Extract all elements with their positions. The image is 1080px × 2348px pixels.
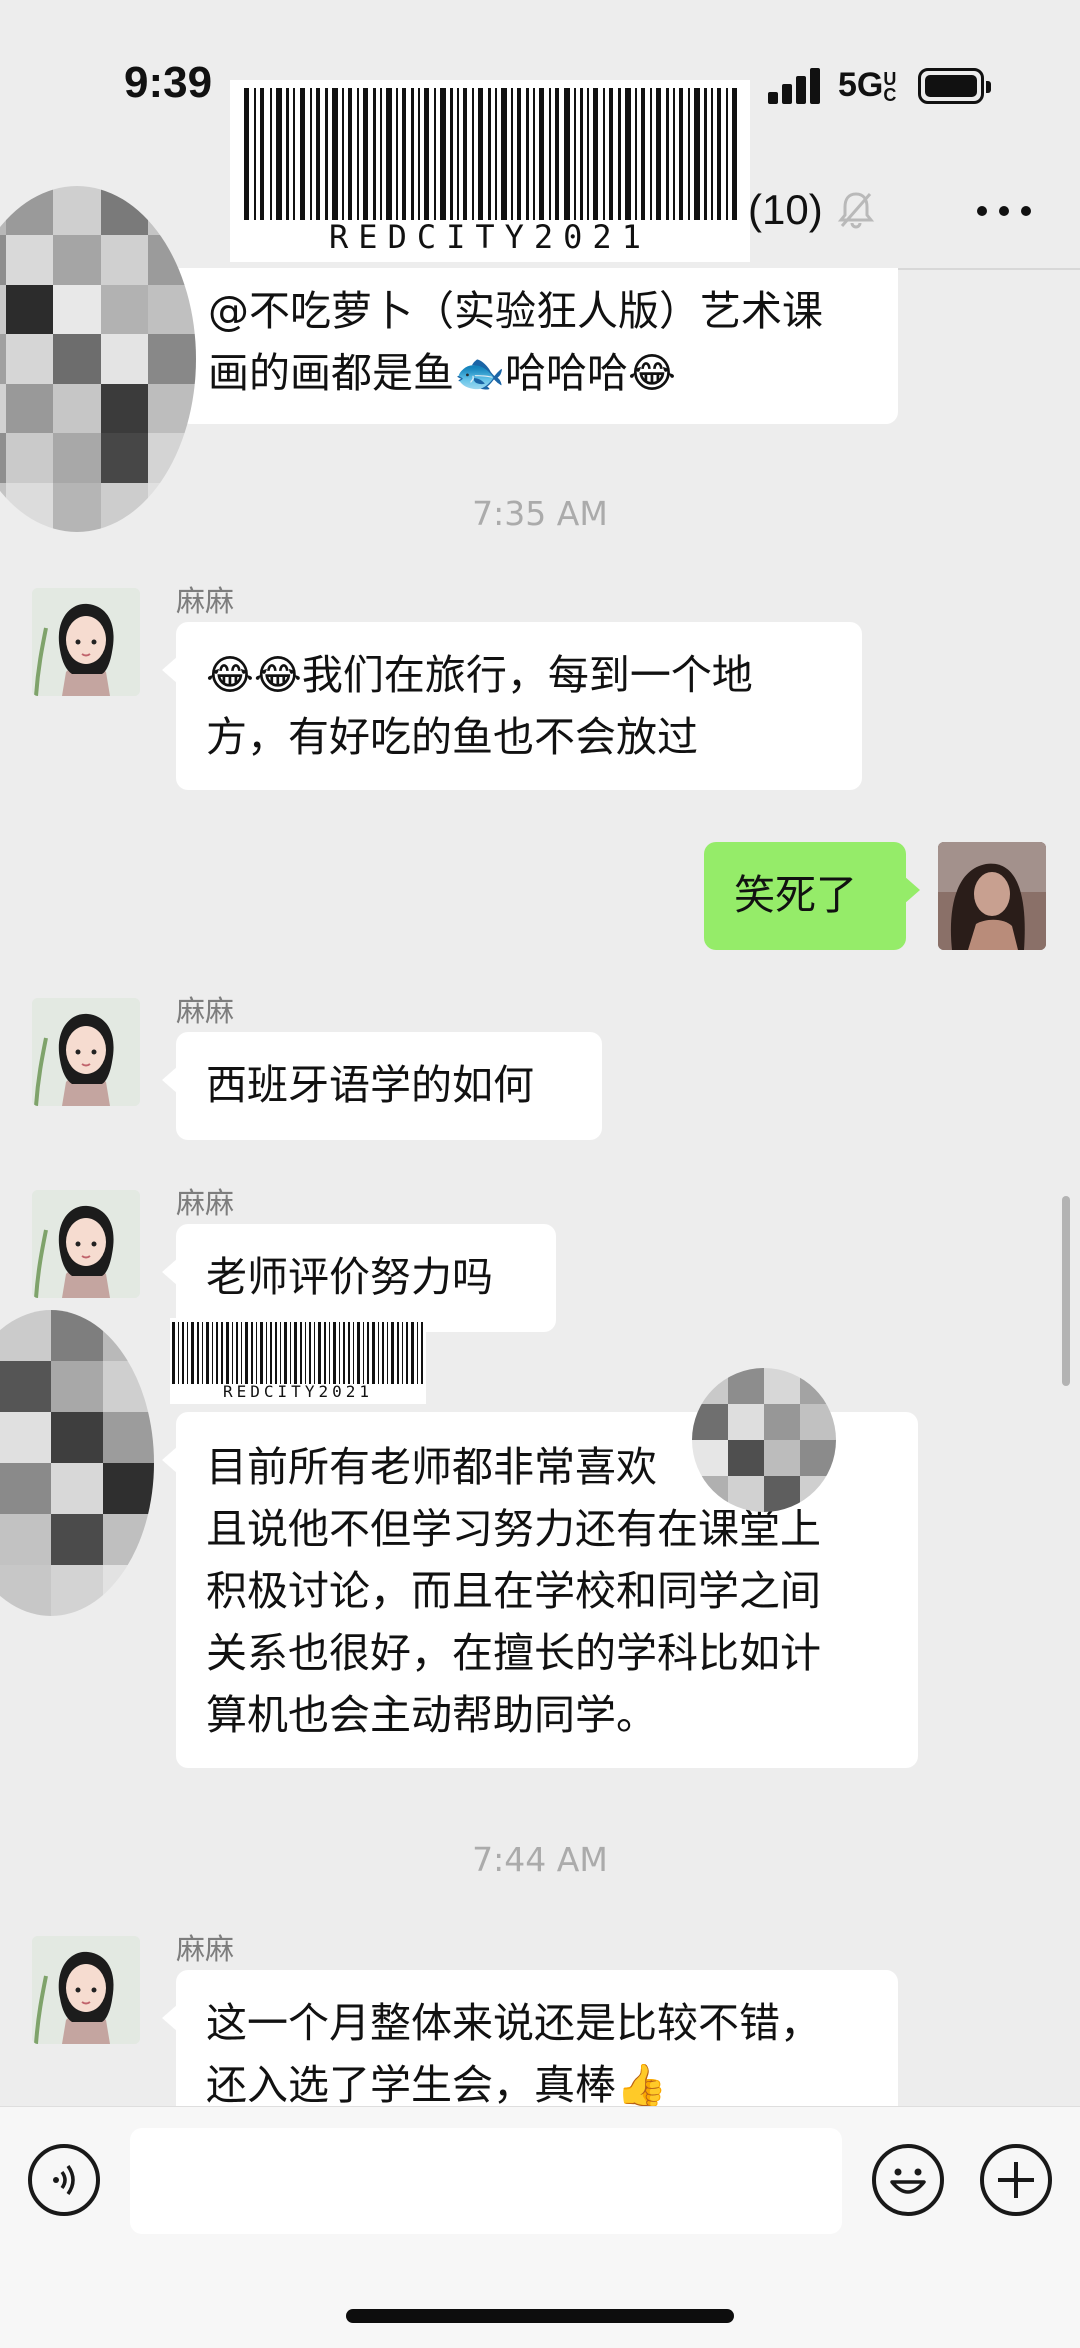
battery-icon xyxy=(918,68,991,104)
signal-icon xyxy=(768,68,822,104)
status-time: 9:39 xyxy=(124,58,213,107)
network-label: 5G xyxy=(838,66,884,104)
blurred-avatar xyxy=(0,186,196,532)
emoji-icon[interactable] xyxy=(872,2144,944,2216)
message-input[interactable] xyxy=(130,2128,842,2234)
barcode-sticker: REDCITY2021 xyxy=(230,80,750,262)
barcode-label: REDCITY2021 xyxy=(329,218,651,256)
sender-name: 麻麻 xyxy=(176,994,235,1028)
message-bubble[interactable]: 西班牙语学的如何 xyxy=(162,1032,602,1140)
my-avatar[interactable] xyxy=(938,842,1046,950)
sender-name: 麻麻 xyxy=(176,1932,235,1966)
scrollbar[interactable] xyxy=(1062,1196,1070,1386)
group-member-count: (10) xyxy=(748,186,823,233)
timestamp: 7:44 AM xyxy=(472,1840,608,1879)
avatar[interactable] xyxy=(32,588,140,696)
blurred-name xyxy=(692,1368,836,1512)
sender-name: 麻麻 xyxy=(176,584,235,618)
voice-icon[interactable] xyxy=(28,2144,100,2216)
avatar[interactable] xyxy=(32,1936,140,2044)
barcode-label: REDCITY2021 xyxy=(223,1382,373,1401)
plus-icon[interactable] xyxy=(980,2144,1052,2216)
barcode-sticker: REDCITY2021 xyxy=(170,1318,426,1404)
bell-slash-icon xyxy=(834,188,878,232)
sender-name: 麻麻 xyxy=(176,1186,235,1220)
message-bubble-outgoing[interactable]: 笑死了 xyxy=(704,842,920,950)
blurred-avatar xyxy=(0,1310,154,1616)
message-bubble[interactable]: @不吃萝卜（实验狂人版）艺术课 画的画都是鱼🐟哈哈哈😂 xyxy=(164,268,898,424)
message-bubble[interactable]: 😂😂我们在旅行，每到一个地 方，有好吃的鱼也不会放过 xyxy=(162,622,862,790)
avatar[interactable] xyxy=(32,1190,140,1298)
network-sub-label: UC xyxy=(883,69,897,106)
network-indicator: 5GUC xyxy=(838,66,897,105)
timestamp: 7:35 AM xyxy=(472,494,608,533)
message-bubble[interactable]: 老师评价努力吗 xyxy=(162,1224,556,1332)
home-indicator[interactable] xyxy=(346,2309,734,2323)
more-dots-icon[interactable] xyxy=(974,196,1034,226)
avatar[interactable] xyxy=(32,998,140,1106)
